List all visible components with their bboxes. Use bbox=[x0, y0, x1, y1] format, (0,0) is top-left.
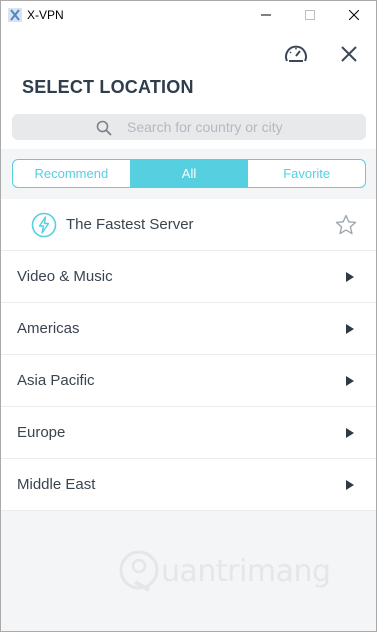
location-header: SELECT LOCATION Search for country or ci… bbox=[1, 29, 376, 149]
star-icon[interactable] bbox=[335, 214, 357, 236]
search-icon bbox=[96, 120, 112, 136]
window-close-button[interactable] bbox=[332, 1, 376, 29]
close-location-icon[interactable] bbox=[339, 44, 359, 64]
fastest-server-row[interactable]: The Fastest Server bbox=[1, 199, 376, 251]
region-label: Middle East bbox=[17, 476, 96, 493]
title-bar[interactable]: X-VPN bbox=[1, 1, 376, 29]
tab-favorite[interactable]: Favorite bbox=[247, 160, 365, 187]
location-tabs: Recommend All Favorite bbox=[12, 159, 366, 188]
region-label: Europe bbox=[17, 424, 66, 441]
fastest-server-label: The Fastest Server bbox=[66, 216, 194, 233]
speedometer-icon[interactable] bbox=[284, 43, 308, 65]
chevron-right-icon bbox=[346, 272, 354, 282]
window-title: X-VPN bbox=[27, 8, 64, 22]
minimize-button[interactable] bbox=[244, 1, 288, 29]
region-row-middle-east[interactable]: Middle East bbox=[1, 459, 376, 511]
region-row-video-music[interactable]: Video & Music bbox=[1, 251, 376, 303]
minimize-icon bbox=[261, 14, 271, 16]
region-row-europe[interactable]: Europe bbox=[1, 407, 376, 459]
location-list: The Fastest Server Video & Music America… bbox=[1, 199, 376, 511]
chevron-right-icon bbox=[346, 376, 354, 386]
region-label: Video & Music bbox=[17, 268, 113, 285]
region-label: Americas bbox=[17, 320, 80, 337]
region-row-asia-pacific[interactable]: Asia Pacific bbox=[1, 355, 376, 407]
tab-recommend[interactable]: Recommend bbox=[13, 160, 130, 187]
app-window: X-VPN SELECT LOCATION Search for country… bbox=[0, 0, 377, 632]
close-icon bbox=[349, 10, 359, 20]
watermark-text: uantrimang bbox=[161, 554, 331, 589]
tab-bar-area: Recommend All Favorite bbox=[1, 149, 376, 199]
page-title: SELECT LOCATION bbox=[22, 77, 194, 97]
maximize-button[interactable] bbox=[288, 1, 332, 29]
chevron-right-icon bbox=[346, 480, 354, 490]
lightning-icon bbox=[31, 212, 57, 238]
tab-all[interactable]: All bbox=[129, 160, 248, 187]
search-placeholder: Search for country or city bbox=[127, 119, 283, 135]
maximize-icon bbox=[305, 10, 315, 20]
chevron-right-icon bbox=[346, 428, 354, 438]
region-label: Asia Pacific bbox=[17, 372, 95, 389]
chevron-right-icon bbox=[346, 324, 354, 334]
watermark: uantrimang bbox=[119, 542, 339, 602]
region-row-americas[interactable]: Americas bbox=[1, 303, 376, 355]
xvpn-logo-icon bbox=[8, 8, 22, 22]
watermark-logo-icon bbox=[119, 550, 159, 592]
search-input[interactable]: Search for country or city bbox=[12, 114, 366, 140]
